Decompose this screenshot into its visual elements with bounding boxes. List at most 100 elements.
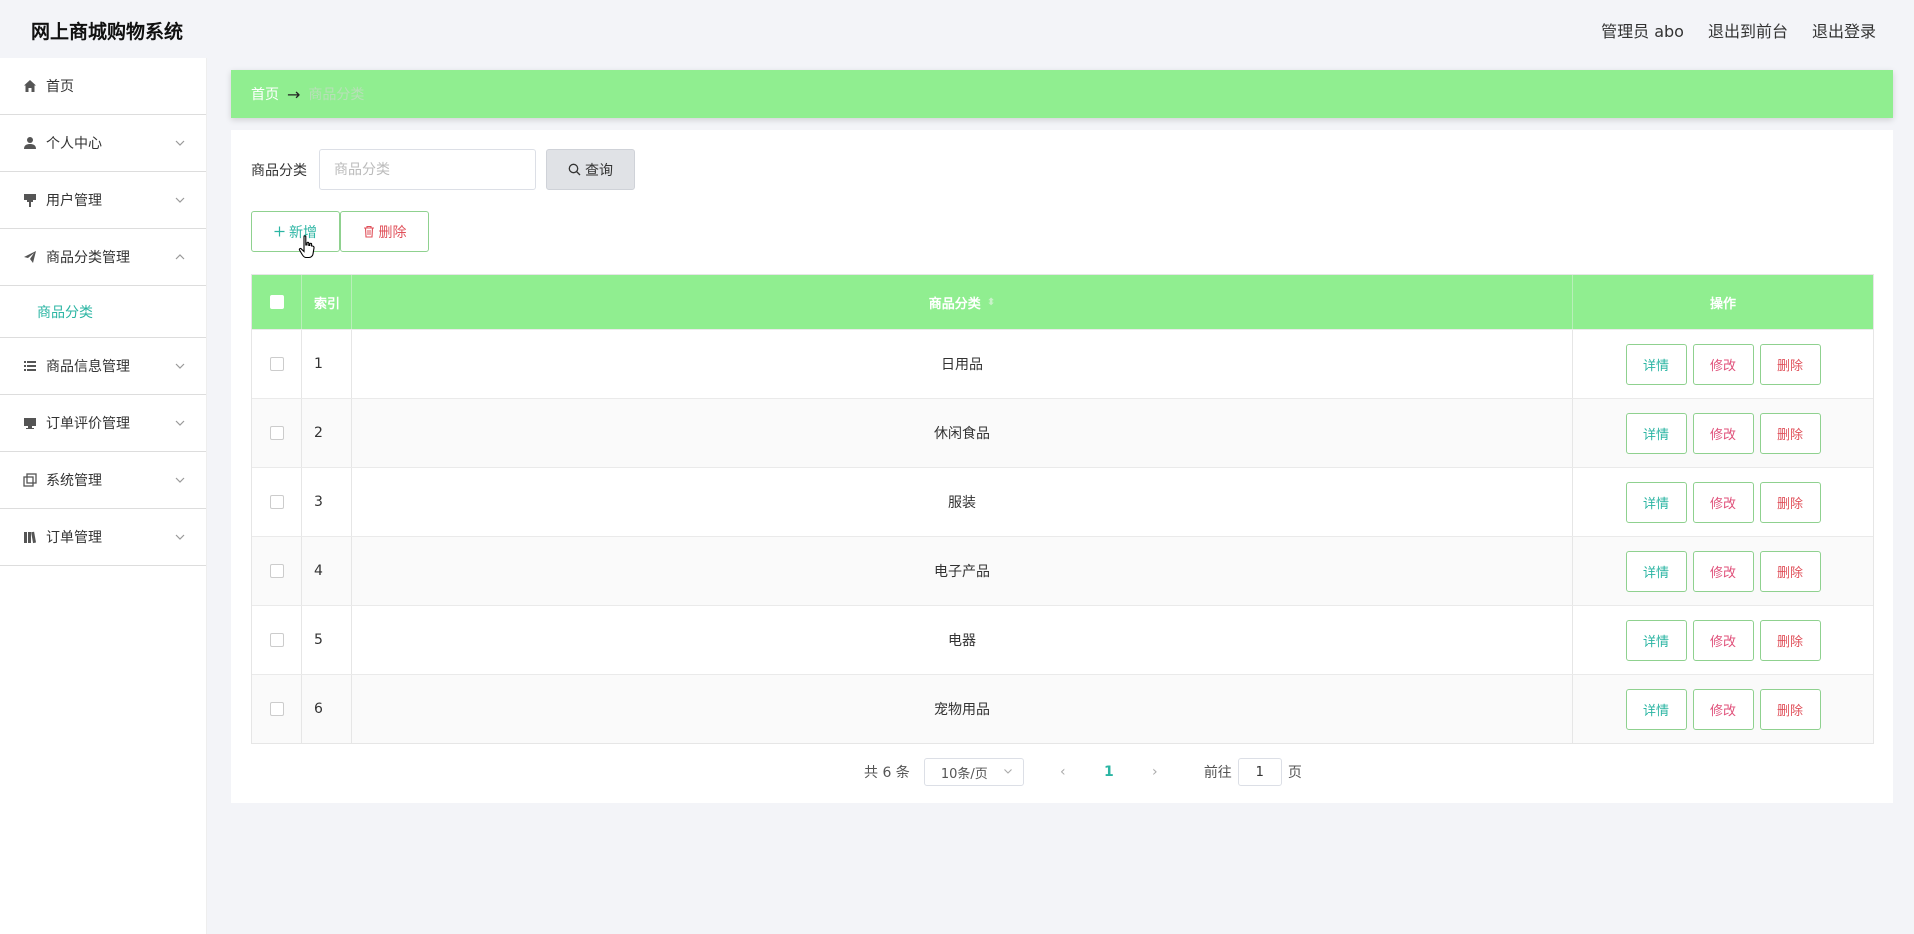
sidebar-item-category-management[interactable]: 商品分类管理 [0,229,206,286]
paper-plane-icon [22,249,38,265]
edit-button[interactable]: 修改 [1692,688,1754,730]
header-check-cell [252,275,302,329]
sidebar-item-label: 订单管理 [46,530,102,546]
chevron-down-icon [175,420,185,426]
row-check-cell [252,468,302,536]
edit-button[interactable]: 修改 [1692,550,1754,592]
breadcrumb-current: 商品分类 [308,87,365,103]
delete-button[interactable]: 删除 [1759,619,1821,661]
table-row: 1 日用品 详情 修改 删除 [252,329,1873,398]
breadcrumb: 首页 → 商品分类 [231,70,1893,118]
detail-button[interactable]: 详情 [1625,550,1687,592]
row-checkbox[interactable] [269,357,284,371]
delete-button[interactable]: 删除 [1759,688,1821,730]
row-index: 4 [302,537,352,605]
detail-button[interactable]: 详情 [1625,343,1687,385]
chevron-down-icon [175,197,185,203]
chevron-down-icon [175,140,185,146]
goto-page-input[interactable] [1237,758,1282,786]
row-check-cell [252,675,302,743]
header-index: 索引 [302,275,352,329]
delete-button[interactable]: 删除 [1759,481,1821,523]
batch-delete-button[interactable]: 删除 [340,211,429,252]
header-links: 管理员 abo 退出到前台 退出登录 [1601,18,1876,42]
chevron-down-icon [1003,769,1012,774]
edit-button[interactable]: 修改 [1692,619,1754,661]
next-page-button[interactable]: › [1140,764,1170,780]
category-search-input[interactable] [319,149,536,190]
top-header: 网上商城购物系统 管理员 abo 退出到前台 退出登录 [0,0,1914,58]
detail-button[interactable]: 详情 [1625,481,1687,523]
detail-button[interactable]: 详情 [1625,619,1687,661]
sidebar-item-user-management[interactable]: 用户管理 [0,172,206,229]
search-icon [568,163,581,176]
row-check-cell [252,537,302,605]
hand-cursor-icon [298,235,315,259]
admin-user-label[interactable]: 管理员 abo [1601,18,1684,42]
detail-button[interactable]: 详情 [1625,688,1687,730]
chevron-down-icon [175,363,185,369]
user-icon [22,135,38,151]
row-checkbox[interactable] [269,633,284,647]
search-button-label: 查询 [585,162,613,179]
row-index: 1 [302,330,352,398]
pagination: 共 6 条 10条/页 ‹ 1 › 前往 页 [864,757,1302,787]
sidebar-item-home[interactable]: 首页 [0,58,206,115]
sidebar-item-system-management[interactable]: 系统管理 [0,452,206,509]
table-row: 6 宠物用品 详情 修改 删除 [252,674,1873,743]
sidebar-item-label: 订单评价管理 [46,416,130,432]
row-check-cell [252,330,302,398]
list-icon [22,358,38,374]
prev-page-button[interactable]: ‹ [1048,764,1078,780]
edit-button[interactable]: 修改 [1692,343,1754,385]
delete-button[interactable]: 删除 [1759,343,1821,385]
books-icon [22,529,38,545]
page-number-current[interactable]: 1 [1094,764,1124,780]
row-category: 电子产品 [352,537,1573,605]
sort-icon: ⬍ [986,296,996,308]
delete-button[interactable]: 删除 [1759,412,1821,454]
breadcrumb-separator: → [287,84,301,104]
row-check-cell [252,399,302,467]
row-checkbox[interactable] [269,495,284,509]
header-category-label: 商品分类 [928,296,981,312]
detail-button[interactable]: 详情 [1625,412,1687,454]
sidebar-item-label: 商品分类管理 [46,250,130,266]
trash-icon [363,225,374,238]
row-category: 休闲食品 [352,399,1573,467]
select-all-checkbox[interactable] [269,295,284,309]
header-ops: 操作 [1709,296,1736,312]
sidebar-item-product-info[interactable]: 商品信息管理 [0,338,206,395]
row-checkbox[interactable] [269,564,284,578]
edit-button[interactable]: 修改 [1692,481,1754,523]
home-icon [22,78,38,94]
row-ops: 详情 修改 删除 [1573,675,1873,743]
row-ops: 详情 修改 删除 [1573,330,1873,398]
row-ops: 详情 修改 删除 [1573,606,1873,674]
search-button[interactable]: 查询 [546,149,635,190]
sidebar-item-personal-center[interactable]: 个人中心 [0,115,206,172]
page-size-select[interactable]: 10条/页 [923,758,1024,786]
submenu-item-category[interactable]: 商品分类 [0,286,206,338]
breadcrumb-home[interactable]: 首页 [251,84,279,104]
sidebar-item-order-management[interactable]: 订单管理 [0,509,206,566]
sidebar-item-label: 系统管理 [46,473,102,489]
chevron-down-icon [175,534,185,540]
sidebar-item-order-review[interactable]: 订单评价管理 [0,395,206,452]
table-row: 2 休闲食品 详情 修改 删除 [252,398,1873,467]
row-ops: 详情 修改 删除 [1573,468,1873,536]
delete-button[interactable]: 删除 [1759,550,1821,592]
row-checkbox[interactable] [269,702,284,716]
goto-suffix: 页 [1287,765,1302,781]
add-button[interactable]: 新增 [251,211,340,252]
table-row: 4 电子产品 详情 修改 删除 [252,536,1873,605]
table-row: 3 服装 详情 修改 删除 [252,467,1873,536]
row-checkbox[interactable] [269,426,284,440]
logout-link[interactable]: 退出登录 [1812,18,1876,42]
edit-button[interactable]: 修改 [1692,412,1754,454]
row-category: 服装 [352,468,1573,536]
exit-to-front-link[interactable]: 退出到前台 [1708,18,1788,42]
row-category: 日用品 [352,330,1573,398]
header-category[interactable]: 商品分类 ⬍ [352,275,1573,329]
row-index: 5 [302,606,352,674]
